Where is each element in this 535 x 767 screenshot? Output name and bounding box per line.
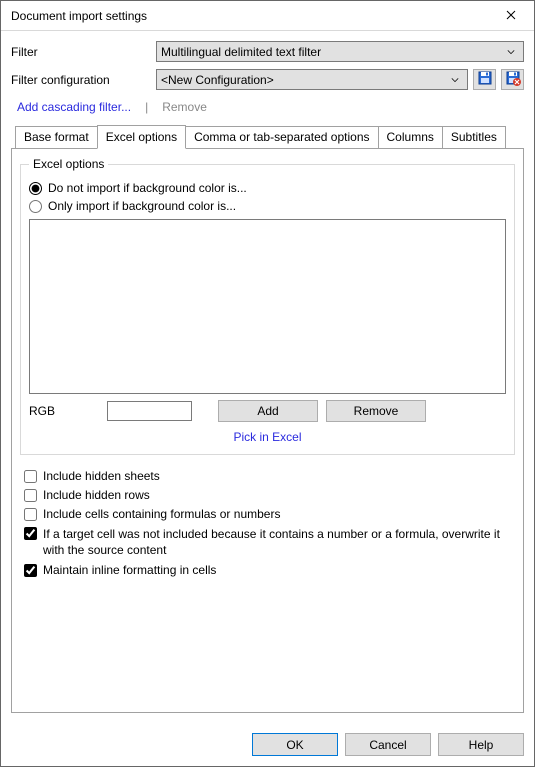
tab-base-format[interactable]: Base format [15, 126, 98, 149]
close-button[interactable] [488, 1, 534, 31]
link-separator: | [145, 100, 148, 114]
check-row-maintain-inline: Maintain inline formatting in cells [24, 563, 515, 577]
remove-color-button[interactable]: Remove [326, 400, 426, 422]
check-overwrite-sub-label[interactable]: If a target cell was not included becaus… [43, 526, 515, 558]
excel-options-fieldset: Excel options Do not import if backgroun… [20, 157, 515, 455]
check-maintain-inline[interactable] [24, 564, 37, 577]
check-maintain-inline-label[interactable]: Maintain inline formatting in cells [43, 563, 515, 577]
check-row-include-formulas: Include cells containing formulas or num… [24, 507, 515, 521]
check-row-hidden-sheets: Include hidden sheets [24, 469, 515, 483]
tabs-bar: Base format Excel options Comma or tab-s… [11, 125, 524, 148]
add-cascading-filter-link[interactable]: Add cascading filter... [17, 100, 131, 114]
save-remove-icon [505, 70, 521, 89]
pick-in-excel-row: Pick in Excel [29, 430, 506, 444]
filter-row: Filter Multilingual delimited text filte… [11, 41, 524, 62]
check-row-hidden-rows: Include hidden rows [24, 488, 515, 502]
filter-config-select[interactable]: <New Configuration> [156, 69, 468, 90]
radio-not-import-label[interactable]: Do not import if background color is... [48, 181, 506, 195]
tab-excel-options[interactable]: Excel options [97, 125, 186, 149]
dialog-footer: OK Cancel Help [1, 723, 534, 766]
pick-in-excel-link[interactable]: Pick in Excel [233, 430, 301, 444]
save-config-button[interactable] [473, 69, 496, 90]
window-title: Document import settings [11, 9, 488, 23]
check-hidden-sheets-label[interactable]: Include hidden sheets [43, 469, 515, 483]
add-color-button[interactable]: Add [218, 400, 318, 422]
filter-select-value: Multilingual delimited text filter [161, 45, 503, 59]
close-icon [506, 9, 516, 23]
cancel-button[interactable]: Cancel [345, 733, 431, 756]
titlebar: Document import settings [1, 1, 534, 31]
radio-only-import-label[interactable]: Only import if background color is... [48, 199, 506, 213]
check-include-formulas-label[interactable]: Include cells containing formulas or num… [43, 507, 515, 521]
check-hidden-sheets[interactable] [24, 470, 37, 483]
check-include-formulas[interactable] [24, 508, 37, 521]
save-icon [477, 70, 493, 89]
filter-label: Filter [11, 45, 156, 59]
cascading-link-row: Add cascading filter... | Remove [17, 100, 524, 114]
color-list-box[interactable] [29, 219, 506, 394]
remove-cascading-link: Remove [162, 100, 207, 114]
radio-only-import[interactable] [29, 200, 42, 213]
tab-subtitles[interactable]: Subtitles [442, 126, 506, 149]
excel-options-legend: Excel options [29, 157, 108, 171]
tab-panel-excel-options: Excel options Do not import if backgroun… [11, 148, 524, 713]
rgb-input[interactable] [107, 401, 192, 421]
filter-config-label: Filter configuration [11, 73, 156, 87]
tab-columns[interactable]: Columns [378, 126, 443, 149]
filter-select[interactable]: Multilingual delimited text filter [156, 41, 524, 62]
radio-row-only-import: Only import if background color is... [29, 199, 506, 213]
check-hidden-rows[interactable] [24, 489, 37, 502]
delete-config-button[interactable] [501, 69, 524, 90]
chevron-down-icon [447, 76, 463, 84]
rgb-row: RGB Add Remove [29, 400, 506, 422]
check-overwrite-sub[interactable] [24, 527, 37, 540]
radio-row-not-import: Do not import if background color is... [29, 181, 506, 195]
check-row-overwrite-sub: If a target cell was not included becaus… [24, 526, 515, 558]
radio-not-import[interactable] [29, 182, 42, 195]
rgb-label: RGB [29, 404, 99, 418]
help-button[interactable]: Help [438, 733, 524, 756]
dialog-content: Filter Multilingual delimited text filte… [1, 31, 534, 723]
config-icon-buttons [473, 69, 524, 90]
check-hidden-rows-label[interactable]: Include hidden rows [43, 488, 515, 502]
filter-config-select-value: <New Configuration> [161, 73, 447, 87]
filter-config-row: Filter configuration <New Configuration> [11, 69, 524, 90]
chevron-down-icon [503, 48, 519, 56]
ok-button[interactable]: OK [252, 733, 338, 756]
lower-checkboxes: Include hidden sheets Include hidden row… [24, 469, 515, 577]
tab-comma-or-tab[interactable]: Comma or tab-separated options [185, 126, 378, 149]
